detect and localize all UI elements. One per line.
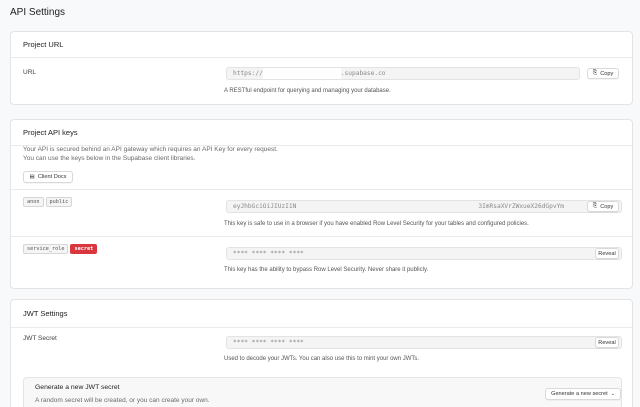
- generate-jwt-panel: Generate a new JWT secret A random secre…: [23, 377, 622, 407]
- api-keys-header: Project API keys: [11, 120, 632, 146]
- page-title: API Settings: [10, 7, 66, 18]
- service-role-masked: **** **** **** ****: [233, 250, 304, 257]
- reveal-jwt-label: Reveal: [598, 339, 616, 346]
- generate-secret-dropdown[interactable]: Generate a new secret ⌄: [545, 388, 621, 400]
- secret-tag: secret: [70, 244, 98, 254]
- jwt-secret-masked: **** **** **** ****: [233, 339, 304, 346]
- api-keys-divider-1: [11, 189, 632, 190]
- copy-url-label: Copy: [600, 70, 614, 77]
- reveal-service-role-button[interactable]: Reveal: [595, 248, 619, 259]
- generate-jwt-title: Generate a new JWT secret: [35, 384, 120, 391]
- url-help-text: A RESTful endpoint for querying and mana…: [224, 88, 391, 94]
- copy-icon: ⎘: [592, 203, 598, 209]
- project-url-header: Project URL: [11, 32, 632, 58]
- url-redaction: [262, 68, 341, 79]
- url-label: URL: [23, 69, 37, 76]
- anon-key-redaction: [296, 201, 479, 212]
- reveal-jwt-button[interactable]: Reveal: [595, 337, 619, 348]
- copy-url-button[interactable]: ⎘ Copy: [587, 68, 619, 79]
- book-icon: ▤: [29, 174, 35, 180]
- copy-anon-button[interactable]: ⎘ Copy: [587, 201, 619, 212]
- anon-key-tags: anon public: [23, 197, 74, 207]
- jwt-secret-field[interactable]: **** **** **** ****: [226, 336, 622, 349]
- jwt-settings-card: JWT Settings JWT Secret **** **** **** *…: [10, 299, 633, 407]
- generate-jwt-desc: A random secret will be created, or you …: [35, 397, 210, 404]
- public-tag: public: [45, 197, 73, 207]
- api-keys-desc-1: Your API is secured behind an API gatewa…: [23, 146, 278, 153]
- url-prefix: https://: [233, 70, 263, 77]
- anon-tag: anon: [23, 197, 44, 207]
- chevron-down-icon: ⌄: [610, 391, 615, 397]
- reveal-service-role-label: Reveal: [598, 250, 616, 257]
- project-url-field[interactable]: https:// .supabase.co: [226, 67, 580, 80]
- service-role-help-text: This key has the ability to bypass Row L…: [224, 267, 429, 273]
- api-keys-desc-2: You can use the keys below in the Supaba…: [23, 155, 196, 162]
- jwt-help-text: Used to decode your JWTs. You can also u…: [224, 356, 420, 362]
- api-keys-divider-2: [11, 236, 632, 237]
- project-url-card: Project URL URL https:// .supabase.co ⎘ …: [10, 31, 633, 105]
- service-role-key-field[interactable]: **** **** **** ****: [226, 247, 622, 260]
- jwt-secret-label: JWT Secret: [23, 335, 57, 342]
- service-role-tag: service_role: [23, 244, 69, 254]
- generate-secret-label: Generate a new secret: [551, 391, 608, 397]
- client-docs-label: Client Docs: [37, 174, 67, 180]
- anon-key-left: eyJhbGciOiJIUzI1N: [233, 203, 297, 210]
- anon-key-field[interactable]: eyJhbGciOiJIUzI1N 3ImRsaXVrZWxueX26dGpvY…: [226, 200, 622, 213]
- copy-icon: ⎘: [592, 70, 598, 76]
- copy-anon-label: Copy: [600, 203, 614, 210]
- service-role-tags: service_role secret: [23, 244, 99, 254]
- anon-help-text: This key is safe to use in a browser if …: [224, 221, 529, 227]
- anon-key-right: 3ImRsaXVrZWxueX26dGpvYm: [478, 203, 565, 210]
- api-keys-card: Project API keys Your API is secured beh…: [10, 119, 633, 289]
- jwt-settings-header: JWT Settings: [11, 300, 632, 328]
- url-suffix: .supabase.co: [340, 70, 386, 77]
- client-docs-button[interactable]: ▤ Client Docs: [23, 171, 73, 183]
